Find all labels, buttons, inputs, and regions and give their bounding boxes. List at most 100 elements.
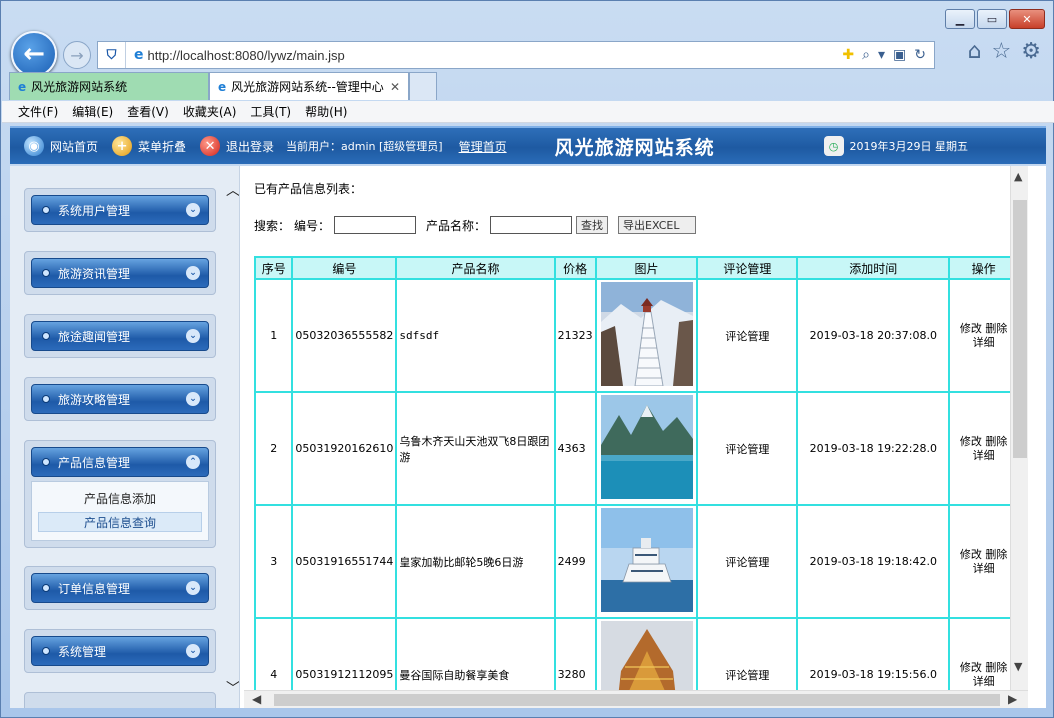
chevron-up-icon: ⌃	[186, 455, 200, 469]
detail-link[interactable]: 详细	[973, 449, 995, 462]
cell-name: sdfsdf	[395, 278, 556, 393]
site-home-link[interactable]: ◉ 网站首页	[24, 136, 98, 156]
shield-icon[interactable]: ⛉	[98, 42, 126, 68]
chevron-down-icon: ⌄	[186, 329, 200, 343]
scroll-up-arrow-icon[interactable]: ▲	[1014, 170, 1022, 183]
sidebar-scroll-down-icon[interactable]: ﹀	[226, 678, 239, 698]
minimize-button[interactable]: ▁	[945, 9, 975, 29]
product-image-cruise-ship[interactable]	[600, 508, 693, 612]
new-tab-button[interactable]	[409, 72, 437, 100]
cell-added-time: 2019-03-18 20:37:08.0	[796, 278, 951, 393]
cell-review-link[interactable]: 评论管理	[696, 617, 799, 690]
detail-link[interactable]: 详细	[973, 675, 995, 688]
tab-admin-center[interactable]: e 风光旅游网站系统--管理中心 ✕	[209, 72, 409, 100]
cell-code: 05031912112095	[291, 617, 398, 690]
tab-strip: e 风光旅游网站系统 e 风光旅游网站系统--管理中心 ✕	[9, 72, 437, 100]
site-home-label: 网站首页	[50, 139, 99, 154]
sidebar-item-products[interactable]: 产品信息管理 ⌃	[31, 447, 209, 477]
vertical-scroll-thumb[interactable]	[1013, 200, 1027, 458]
submenu-product-query[interactable]: 产品信息查询	[38, 512, 202, 532]
sidebar-item-users[interactable]: 系统用户管理 ⌄	[31, 195, 209, 225]
scroll-down-arrow-icon[interactable]: ▼	[1014, 660, 1022, 673]
code-input[interactable]	[334, 216, 417, 234]
sidebar-scroll-up-icon[interactable]: ︿	[226, 180, 239, 200]
chevron-down-icon: ⌄	[186, 644, 200, 658]
address-bar[interactable]: ⛉ e http://localhost:8080/lywz/main.jsp …	[97, 41, 935, 69]
main-horizontal-scrollbar[interactable]: ◀ ▶	[244, 690, 1028, 708]
cell-price: 21323	[553, 278, 597, 393]
scroll-left-arrow-icon[interactable]: ◀	[252, 692, 261, 706]
horizontal-scroll-thumb[interactable]	[274, 694, 1000, 706]
bullet-icon	[42, 206, 50, 214]
home-icon[interactable]: ⌂	[968, 39, 982, 64]
cell-picture	[594, 391, 699, 506]
col-header-price: 价格	[553, 256, 597, 280]
compatibility-icon[interactable]: ✚	[842, 47, 854, 63]
sidebar-item-label: 旅游资讯管理	[58, 266, 131, 281]
gear-icon[interactable]: ⚙	[1021, 39, 1041, 64]
cell-added-time: 2019-03-18 19:15:56.0	[796, 617, 951, 690]
sidebar-item-guides[interactable]: 旅游攻略管理 ⌄	[31, 384, 209, 414]
picture-icon[interactable]: ▣	[893, 47, 906, 63]
cell-actions: 修改 删除 详细	[948, 278, 1019, 393]
scroll-right-arrow-icon[interactable]: ▶	[1008, 692, 1017, 706]
chevron-down-icon[interactable]: ▾	[878, 47, 885, 63]
menu-bar: 文件(F) 编辑(E) 查看(V) 收藏夹(A) 工具(T) 帮助(H)	[2, 101, 1054, 123]
product-name-input[interactable]	[490, 216, 573, 234]
cell-no: 2	[253, 391, 294, 506]
edit-link[interactable]: 修改	[960, 548, 982, 561]
sidebar-group-orders: 订单信息管理 ⌄	[24, 566, 216, 610]
admin-home-link[interactable]: 管理首页	[459, 138, 507, 155]
menu-edit[interactable]: 编辑(E)	[72, 103, 113, 120]
favorites-star-icon[interactable]: ☆	[992, 39, 1012, 64]
tab-label: 风光旅游网站系统	[31, 80, 128, 94]
forward-button[interactable]: →	[63, 41, 91, 69]
collapse-menu-link[interactable]: + 菜单折叠	[112, 136, 186, 156]
menu-view[interactable]: 查看(V)	[127, 103, 169, 120]
list-title: 已有产品信息列表：	[254, 182, 363, 196]
sidebar-item-orders[interactable]: 订单信息管理 ⌄	[31, 573, 209, 603]
menu-favorites[interactable]: 收藏夹(A)	[183, 103, 237, 120]
sidebar-item-system[interactable]: 系统管理 ⌄	[31, 636, 209, 666]
cell-review-link[interactable]: 评论管理	[696, 278, 799, 393]
menu-tools[interactable]: 工具(T)	[250, 103, 291, 120]
close-tab-icon[interactable]: ✕	[390, 80, 400, 94]
col-header-picture: 图片	[594, 256, 699, 280]
logout-icon: ✕	[200, 136, 221, 156]
cell-review-link[interactable]: 评论管理	[696, 391, 799, 506]
sidebar-item-anecdotes[interactable]: 旅途趣闻管理 ⌄	[31, 321, 209, 351]
menu-help[interactable]: 帮助(H)	[305, 103, 347, 120]
search-icon[interactable]: ⌕	[862, 47, 870, 63]
product-image-snow-stairs[interactable]	[600, 282, 693, 387]
edit-link[interactable]: 修改	[960, 322, 982, 335]
sidebar-item-news[interactable]: 旅游资讯管理 ⌄	[31, 258, 209, 288]
cell-no: 3	[253, 504, 294, 619]
chevron-down-icon: ⌄	[186, 203, 200, 217]
delete-link[interactable]: 删除	[985, 322, 1007, 335]
detail-link[interactable]: 详细	[973, 562, 995, 575]
submenu-product-add[interactable]: 产品信息添加	[38, 488, 202, 508]
detail-link[interactable]: 详细	[973, 336, 995, 349]
url-text[interactable]: http://localhost:8080/lywz/main.jsp	[148, 48, 843, 63]
search-button[interactable]: 查找	[576, 216, 609, 234]
maximize-button[interactable]: ▭	[977, 9, 1007, 29]
logout-link[interactable]: ✕ 退出登录	[200, 136, 274, 156]
delete-link[interactable]: 删除	[985, 548, 1007, 561]
main-vertical-scrollbar[interactable]: ▲ ▼	[1010, 166, 1028, 690]
cell-code: 05031920162610	[291, 391, 398, 506]
product-image-mountain-lake[interactable]	[600, 395, 693, 499]
tab-site-home[interactable]: e 风光旅游网站系统	[9, 72, 209, 100]
sidebar-group-news: 旅游资讯管理 ⌄	[24, 251, 216, 295]
refresh-icon[interactable]: ↻	[914, 47, 926, 63]
close-window-button[interactable]: ✕	[1009, 9, 1045, 29]
menu-file[interactable]: 文件(F)	[18, 103, 58, 120]
delete-link[interactable]: 删除	[985, 661, 1007, 674]
product-image-thai-temple[interactable]	[600, 621, 693, 690]
export-excel-button[interactable]: 导出EXCEL	[618, 216, 697, 234]
edit-link[interactable]: 修改	[960, 435, 982, 448]
back-button[interactable]: ←	[11, 31, 57, 77]
edit-link[interactable]: 修改	[960, 661, 982, 674]
cell-review-link[interactable]: 评论管理	[696, 504, 799, 619]
delete-link[interactable]: 删除	[985, 435, 1007, 448]
bullet-icon	[42, 332, 50, 340]
